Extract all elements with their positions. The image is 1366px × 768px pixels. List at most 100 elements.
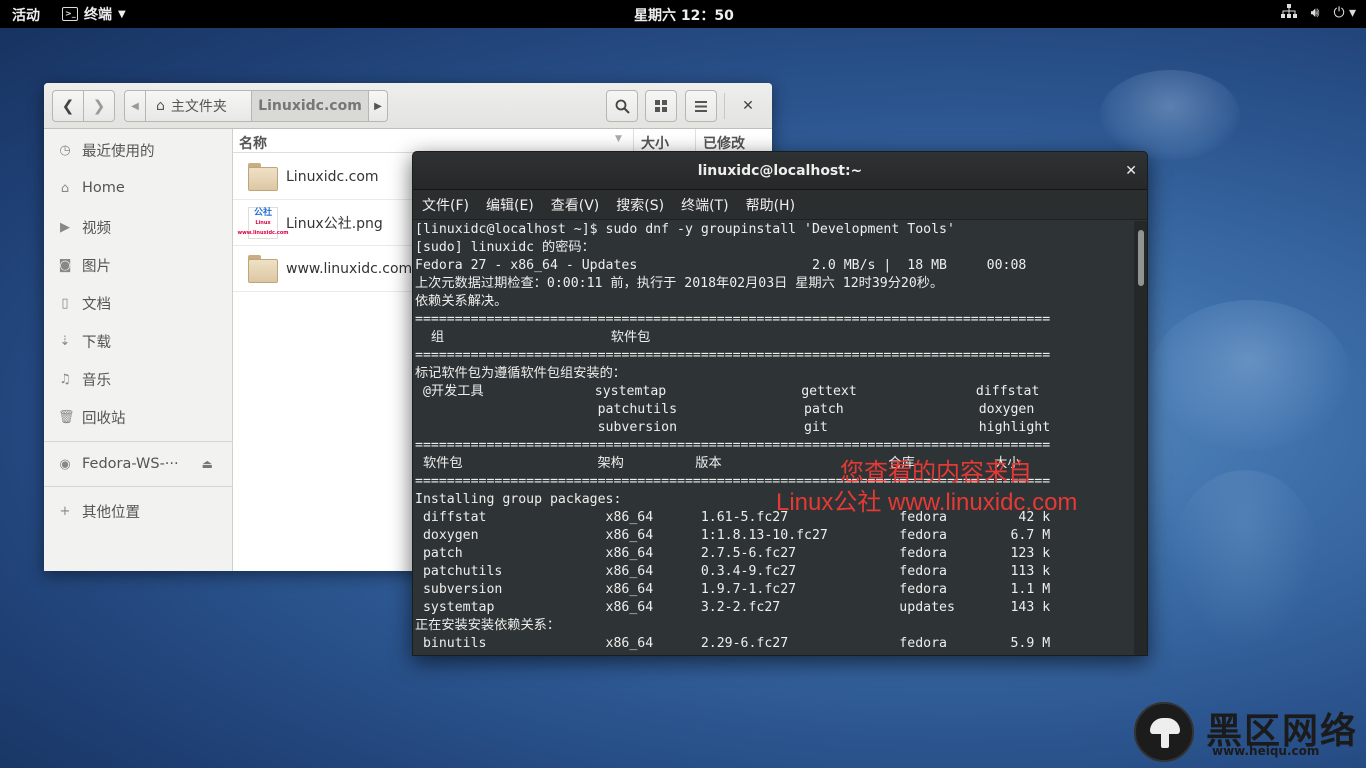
wallpaper-jellyfish [1150, 300, 1350, 450]
sidebar-item-trash[interactable]: 🗑︎ 回收站 [44, 400, 233, 434]
sidebar-item-device[interactable]: ◉ Fedora-WS-··· ⏏ [44, 447, 233, 481]
video-icon: ▶ [60, 219, 70, 235]
terminal-window: linuxidc@localhost:~ ✕ 文件(F) 编辑(E) 查看(V)… [412, 151, 1148, 656]
hamburger-icon [695, 100, 707, 112]
folder-icon [248, 254, 278, 283]
sidebar-item-label: 回收站 [82, 410, 126, 427]
separator [44, 441, 233, 442]
column-size[interactable]: 大小 [641, 133, 669, 153]
sidebar-item-label: 文档 [82, 296, 111, 313]
logo-url: www.heiqu.com [1212, 744, 1320, 758]
menu-edit[interactable]: 编辑(E) [486, 195, 534, 215]
plus-icon: + [59, 503, 71, 519]
terminal-line: diffstat x86_64 1.61-5.fc27 fedora 42 k [415, 510, 1051, 525]
window-title: linuxidc@localhost:~ [697, 163, 863, 179]
scrollbar[interactable] [1134, 221, 1147, 655]
terminal-line: subversion git highlight [415, 420, 1051, 435]
close-button[interactable]: ✕ [1125, 152, 1137, 190]
menu-button[interactable] [685, 90, 717, 122]
trash-icon: 🗑︎ [58, 409, 75, 425]
sidebar-item-pictures[interactable]: ◙ 图片 [44, 248, 233, 282]
menu-search[interactable]: 搜索(S) [616, 195, 664, 215]
file-name: Linux公社.png [286, 215, 383, 232]
terminal-line: subversion x86_64 1.9.7-1.fc27 fedora 1.… [415, 582, 1051, 597]
view-toggle-button[interactable] [645, 90, 677, 122]
mushroom-logo-icon [1134, 702, 1194, 762]
terminal-line: Fedora 27 - x86_64 - Updates 2.0 MB/s | … [415, 258, 1027, 273]
path-scroll-right-button[interactable]: ▶ [368, 90, 388, 122]
sidebar-item-downloads[interactable]: ⇣ 下载 [44, 324, 233, 358]
terminal-line: 组 软件包 [415, 330, 651, 345]
close-icon: ✕ [742, 98, 754, 114]
terminal-line: ========================================… [415, 348, 1051, 363]
menu-terminal[interactable]: 终端(T) [681, 195, 728, 215]
sidebar-item-label: 其他位置 [82, 504, 140, 521]
terminal-line: 依赖关系解决。 [415, 294, 508, 309]
system-tray[interactable]: 🔊︎ ⏻ ▾ [1280, 4, 1356, 22]
column-divider [695, 129, 696, 153]
separator [44, 486, 233, 487]
back-button[interactable]: ❮ [52, 90, 84, 122]
terminal-line: Installing group packages: [415, 492, 622, 507]
column-header: 名称 ▼ 大小 已修改 [233, 129, 772, 153]
image-thumbnail-icon: 公社 Linux www.linuxidc.com [238, 206, 289, 239]
terminal-line: 上次元数据过期检查：0:00:11 前，执行于 2018年02月03日 星期六 … [415, 276, 944, 291]
grid-icon [655, 100, 667, 112]
scrollbar-thumb[interactable] [1138, 230, 1144, 286]
sidebar-item-videos[interactable]: ▶ 视频 [44, 210, 233, 244]
sidebar-item-label: Home [82, 180, 125, 196]
file-name: Linuxidc.com [286, 168, 379, 185]
menu-view[interactable]: 查看(V) [551, 195, 600, 215]
power-icon[interactable]: ⏻ ▾ [1333, 5, 1356, 21]
volume-icon[interactable]: 🔊︎ [1311, 5, 1320, 21]
terminal-line: 标记软件包为遵循软件包组安装的： [415, 366, 626, 381]
sidebar-item-documents[interactable]: ▯ 文档 [44, 286, 233, 320]
menu-file[interactable]: 文件(F) [422, 195, 469, 215]
terminal-line: systemtap x86_64 3.2-2.fc27 updates 143 … [415, 600, 1051, 615]
files-headerbar: ❮ ❯ ◀ ⌂ 主文件夹 Linuxidc.com ▶ ✕ [44, 83, 772, 129]
chevron-left-icon: ❮ [61, 97, 75, 115]
terminal-line: binutils x86_64 2.29-6.fc27 fedora 5.9 M [415, 636, 1051, 651]
sidebar-item-recent[interactable]: ◷ 最近使用的 [44, 133, 233, 167]
sidebar-item-label: Fedora-WS-··· [82, 456, 179, 472]
sort-arrow-icon: ▼ [615, 134, 622, 144]
close-button[interactable]: ✕ [732, 90, 764, 122]
search-icon [615, 99, 630, 114]
column-modified[interactable]: 已修改 [703, 133, 745, 153]
chevron-down-icon: ▼ [118, 8, 126, 20]
terminal-titlebar[interactable]: linuxidc@localhost:~ ✕ [413, 152, 1147, 190]
sidebar-item-home[interactable]: ⌂ Home [44, 171, 233, 205]
disc-icon: ◉ [59, 456, 71, 472]
path-current-button[interactable]: Linuxidc.com [251, 90, 369, 122]
forward-button[interactable]: ❯ [83, 90, 115, 122]
clock[interactable]: 星期六 12：50 [634, 5, 734, 25]
home-icon: ⌂ [156, 98, 165, 114]
terminal-line: patchutils x86_64 0.3.4-9.fc27 fedora 11… [415, 564, 1051, 579]
wallpaper-jellyfish [1100, 70, 1240, 160]
path-home-button[interactable]: ⌂ 主文件夹 [145, 90, 252, 122]
sidebar-item-other-locations[interactable]: + 其他位置 [44, 494, 233, 528]
activities-button[interactable]: 活动 [12, 5, 40, 25]
corner-logo: 黑区网络 www.heiqu.com [1134, 702, 1366, 768]
menu-help[interactable]: 帮助(H) [746, 195, 795, 215]
chevron-right-icon: ❯ [92, 97, 106, 115]
terminal-output[interactable]: [linuxidc@localhost ~]$ sudo dnf -y grou… [413, 221, 1135, 655]
eject-icon[interactable]: ⏏ [202, 457, 213, 471]
column-name[interactable]: 名称 [239, 133, 267, 153]
search-button[interactable] [606, 90, 638, 122]
terminal-menubar: 文件(F) 编辑(E) 查看(V) 搜索(S) 终端(T) 帮助(H) [413, 190, 1147, 220]
terminal-line: ========================================… [415, 438, 1051, 453]
path-scroll-left-button[interactable]: ◀ [124, 90, 146, 122]
terminal-line: 正在安装安装依赖关系： [415, 618, 561, 633]
app-menu[interactable]: >_ 终端 ▼ [62, 4, 126, 24]
music-icon: ♫ [59, 371, 71, 387]
app-menu-label: 终端 [84, 7, 112, 23]
terminal-line: ========================================… [415, 474, 1051, 489]
sidebar-item-music[interactable]: ♫ 音乐 [44, 362, 233, 396]
close-icon: ✕ [1125, 163, 1137, 179]
file-name: www.linuxidc.com [286, 260, 413, 277]
column-divider [633, 129, 634, 153]
path-home-label: 主文件夹 [170, 99, 227, 115]
network-icon[interactable] [1280, 4, 1297, 22]
places-sidebar: ◷ 最近使用的 ⌂ Home ▶ 视频 ◙ 图片 ▯ 文档 ⇣ 下载 ♫ 音乐 … [44, 129, 233, 571]
